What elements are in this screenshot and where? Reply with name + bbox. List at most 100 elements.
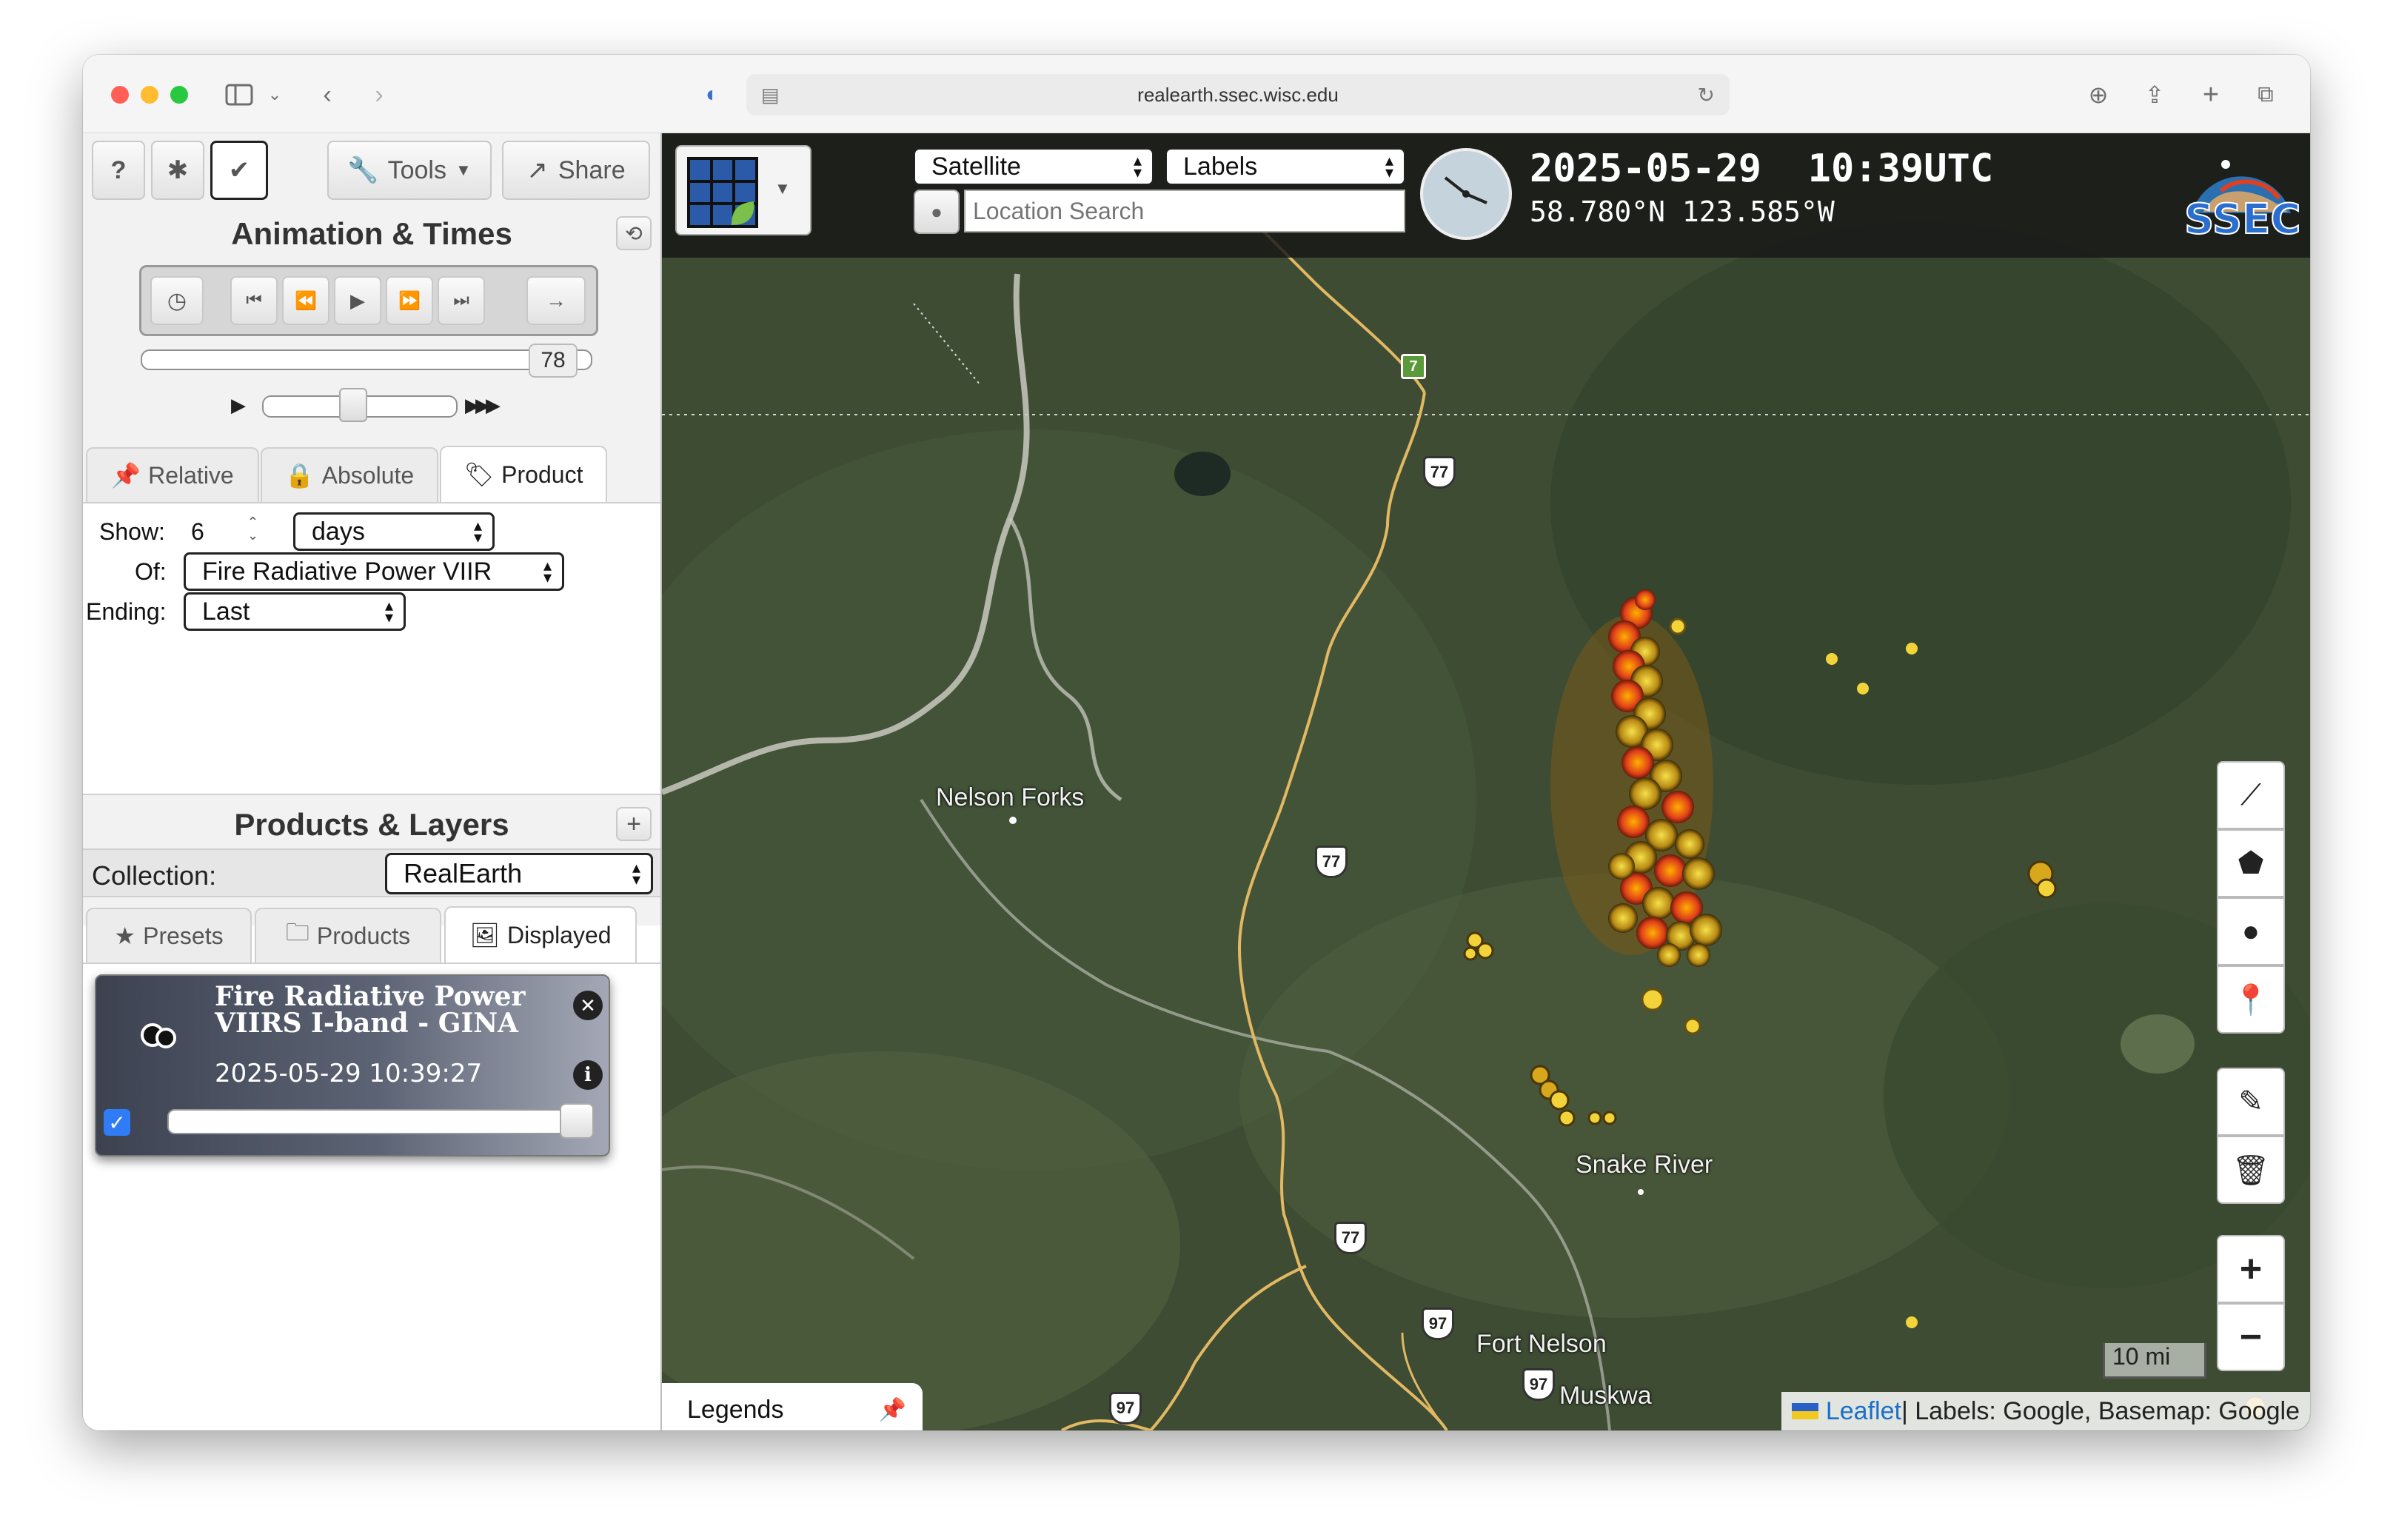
tab-product[interactable]: 🏷 Product bbox=[440, 446, 607, 502]
place-label: Fort Nelson bbox=[1476, 1330, 1607, 1358]
labels-select[interactable]: Labels ▴ ▾ bbox=[1165, 148, 1405, 185]
info-icon[interactable]: i bbox=[573, 1060, 603, 1090]
last-frame-icon[interactable]: ⏭ bbox=[438, 276, 485, 325]
ukraine-flag-icon bbox=[1791, 1403, 1818, 1419]
select-arrows-icon: ▴ ▾ bbox=[384, 596, 393, 626]
share-icon[interactable]: ⇪ bbox=[2138, 77, 2171, 113]
draw-circle-icon[interactable]: ● bbox=[2217, 897, 2285, 965]
new-tab-icon[interactable]: + bbox=[2195, 77, 2227, 113]
sync-icon[interactable]: ⟲ bbox=[616, 216, 652, 250]
tab-displayed[interactable]: 🖼 Displayed bbox=[444, 906, 637, 962]
sidebar-toggle-icon[interactable] bbox=[221, 77, 258, 113]
tab-overview-icon[interactable]: ⧉ bbox=[2249, 77, 2282, 113]
settings-gear-icon[interactable]: ✱ bbox=[151, 141, 204, 200]
opacity-slider-handle[interactable] bbox=[560, 1103, 594, 1139]
chevron-down-icon[interactable]: ⌄ bbox=[264, 77, 286, 113]
remove-layer-icon[interactable]: ✕ bbox=[573, 991, 603, 1020]
draw-polygon-icon[interactable]: ⬟ bbox=[2217, 829, 2285, 897]
tools-label: Tools bbox=[387, 155, 446, 184]
address-bar[interactable]: ▤ realearth.ssec.wisc.edu ↻ bbox=[746, 74, 1730, 116]
zoom-window-button[interactable] bbox=[170, 86, 188, 104]
layer-visible-checkbox[interactable]: ✓ bbox=[104, 1109, 130, 1136]
tab-products-label: Products bbox=[316, 922, 411, 949]
advance-arrow-icon[interactable]: → bbox=[526, 276, 586, 325]
ending-label: Ending: bbox=[86, 598, 167, 625]
star-icon: ★ bbox=[114, 923, 136, 949]
select-arrows-icon: ▴ ▾ bbox=[543, 556, 552, 586]
show-count-input[interactable]: 6 bbox=[185, 514, 274, 549]
control-panel: ? ✱ ✔ 🔧 Tools ▼ ↗ Share Animation & Time… bbox=[83, 133, 662, 1430]
animation-title: Animation & Times bbox=[231, 216, 512, 251]
highway-shield: 77 bbox=[1315, 846, 1348, 878]
tab-presets[interactable]: ★ Presets bbox=[86, 908, 252, 962]
clock-icon bbox=[1420, 148, 1512, 240]
url-text: realearth.ssec.wisc.edu bbox=[1137, 83, 1339, 106]
collection-value: RealEarth bbox=[404, 858, 523, 888]
draw-marker-icon[interactable]: 📍 bbox=[2217, 965, 2285, 1034]
map-view[interactable]: Nelson Forks Snake River Fort Nelson Mus… bbox=[662, 133, 2310, 1430]
share-button[interactable]: ↗ Share bbox=[502, 141, 650, 200]
tab-divider bbox=[83, 962, 660, 964]
stepper-icon[interactable]: ⌃ ⌄ bbox=[247, 515, 258, 542]
pin-icon[interactable]: 📌 bbox=[879, 1397, 906, 1423]
layer-card[interactable]: Fire Radiative Power VIIRS I-band - GINA… bbox=[95, 974, 610, 1156]
step-back-icon[interactable]: ⏪ bbox=[282, 276, 329, 325]
opacity-slider[interactable] bbox=[167, 1109, 591, 1134]
tab-absolute[interactable]: 🔒 Absolute bbox=[261, 447, 438, 502]
edit-shapes-icon[interactable]: ✎ bbox=[2217, 1068, 2285, 1136]
step-forward-icon[interactable]: ⏩ bbox=[386, 276, 433, 325]
of-product-select[interactable]: Fire Radiative Power VIIR ▴ ▾ bbox=[184, 552, 564, 591]
highway-shield: 97 bbox=[1422, 1308, 1454, 1340]
zoom-out-button[interactable]: − bbox=[2217, 1303, 2285, 1371]
download-icon[interactable]: ⊕ bbox=[2082, 77, 2115, 113]
labels-value: Labels bbox=[1183, 152, 1258, 181]
basemap-select[interactable]: Satellite ▴ ▾ bbox=[914, 148, 1154, 185]
checkmark-icon[interactable]: ✔ bbox=[210, 141, 268, 200]
tools-button[interactable]: 🔧 Tools ▼ bbox=[327, 141, 492, 200]
caret-down-icon: ▼ bbox=[774, 179, 791, 198]
back-icon[interactable]: ‹ bbox=[312, 77, 342, 113]
legends-label: Legends bbox=[687, 1395, 784, 1424]
play-icon[interactable]: ▶ bbox=[334, 276, 381, 325]
location-dot-icon[interactable]: ● bbox=[914, 190, 960, 234]
external-link-icon: ↗ bbox=[526, 156, 548, 184]
draw-line-icon[interactable]: ⟋ bbox=[2217, 761, 2285, 829]
reload-icon[interactable]: ↻ bbox=[1698, 83, 1715, 107]
clock-icon[interactable]: ◷ bbox=[150, 276, 204, 325]
page-icon: ▤ bbox=[761, 83, 780, 106]
caret-down-icon: ▼ bbox=[455, 161, 472, 179]
leaflet-link[interactable]: Leaflet bbox=[1826, 1397, 1901, 1426]
show-unit-select[interactable]: days ▴ ▾ bbox=[293, 512, 495, 551]
tab-relative[interactable]: 📌 Relative bbox=[86, 447, 259, 502]
frame-slider[interactable] bbox=[141, 349, 592, 370]
select-arrows-icon: ▴ ▾ bbox=[1385, 151, 1393, 181]
help-button[interactable]: ? bbox=[92, 141, 145, 200]
delete-shapes-icon[interactable]: 🗑 bbox=[2217, 1136, 2285, 1204]
collection-select[interactable]: RealEarth ▴ ▾ bbox=[385, 853, 653, 894]
minimize-window-button[interactable] bbox=[141, 86, 158, 104]
legends-panel[interactable]: Legends 📌 bbox=[662, 1383, 923, 1430]
tab-products[interactable]: 🗀 Products bbox=[255, 908, 441, 962]
wrench-icon: 🔧 bbox=[347, 156, 379, 184]
place-label: Snake River bbox=[1576, 1151, 1713, 1179]
forward-icon[interactable]: › bbox=[364, 77, 394, 113]
logo-text: SSEC bbox=[2183, 195, 2302, 244]
speed-slider-handle[interactable] bbox=[339, 388, 367, 422]
layer-title-line2: VIIRS I-band - GINA bbox=[215, 1008, 519, 1039]
layer-title: Fire Radiative Power VIIRS I-band - GINA bbox=[215, 983, 526, 1037]
highway-shield: 77 bbox=[1423, 456, 1456, 489]
playback-controls: ◷ ⏮ ⏪ ▶ ⏩ ⏭ → bbox=[139, 265, 598, 336]
layer-timestamp: 2025-05-29 10:39:27 bbox=[215, 1059, 483, 1088]
zoom-in-button[interactable]: + bbox=[2217, 1235, 2285, 1303]
close-window-button[interactable] bbox=[111, 86, 129, 104]
add-layer-icon[interactable]: + bbox=[616, 807, 652, 841]
layer-picker-button[interactable]: ▼ bbox=[675, 145, 811, 235]
select-arrows-icon: ▴ ▾ bbox=[632, 858, 640, 888]
highway-shield: 97 bbox=[1109, 1392, 1142, 1424]
ending-select[interactable]: Last ▴ ▾ bbox=[184, 592, 406, 631]
frame-count-badge[interactable]: 78 bbox=[529, 344, 578, 378]
map-scale: 10 mi bbox=[2103, 1343, 2206, 1379]
location-search-input[interactable] bbox=[964, 190, 1405, 232]
privacy-shield-icon[interactable]: ◐ bbox=[695, 77, 730, 113]
first-frame-icon[interactable]: ⏮ bbox=[230, 276, 278, 325]
